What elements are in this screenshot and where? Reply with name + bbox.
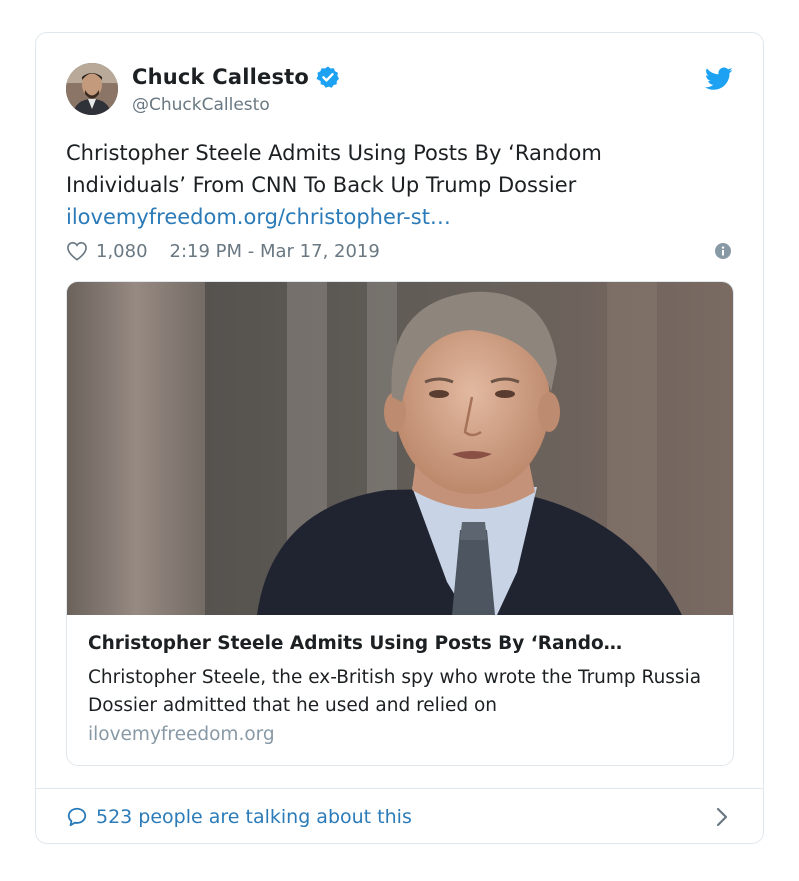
timestamp[interactable]: 2:19 PM - Mar 17, 2019: [170, 241, 380, 262]
display-name[interactable]: Chuck Callesto: [132, 65, 309, 89]
handle[interactable]: @ChuckCallesto: [132, 95, 270, 115]
tweet-meta: 1,080 2:19 PM - Mar 17, 2019: [66, 237, 733, 265]
card-body: Christopher Steele Admits Using Posts By…: [67, 615, 733, 765]
article-image: [67, 282, 733, 615]
link-preview-card[interactable]: Christopher Steele Admits Using Posts By…: [66, 281, 734, 766]
like-count[interactable]: 1,080: [96, 241, 148, 262]
twitter-bird-icon[interactable]: [705, 67, 733, 91]
tweet-link[interactable]: ilovemyfreedom.org/christopher-st…: [66, 201, 726, 233]
comment-bubble-icon: [67, 807, 87, 826]
avatar[interactable]: [66, 63, 118, 115]
tweet-body: Christopher Steele Admits Using Posts By…: [66, 141, 602, 197]
tweet-text: Christopher Steele Admits Using Posts By…: [66, 137, 726, 233]
tweet-header: Chuck Callesto @ChuckCallesto: [66, 63, 733, 119]
tweet-card: Chuck Callesto @ChuckCallesto Christophe…: [35, 32, 764, 844]
talking-about-link[interactable]: 523 people are talking about this: [96, 806, 412, 828]
conversation-footer[interactable]: 523 people are talking about this: [36, 788, 763, 844]
card-domain: ilovemyfreedom.org: [88, 724, 275, 745]
info-icon[interactable]: [715, 243, 731, 259]
name-row: Chuck Callesto: [132, 65, 340, 89]
heart-icon[interactable]: [66, 241, 88, 261]
chevron-right-icon[interactable]: [715, 807, 729, 827]
card-description: Christopher Steele, the ex-British spy w…: [88, 667, 702, 716]
card-title: Christopher Steele Admits Using Posts By…: [88, 633, 623, 654]
verified-badge-icon: [316, 66, 340, 88]
